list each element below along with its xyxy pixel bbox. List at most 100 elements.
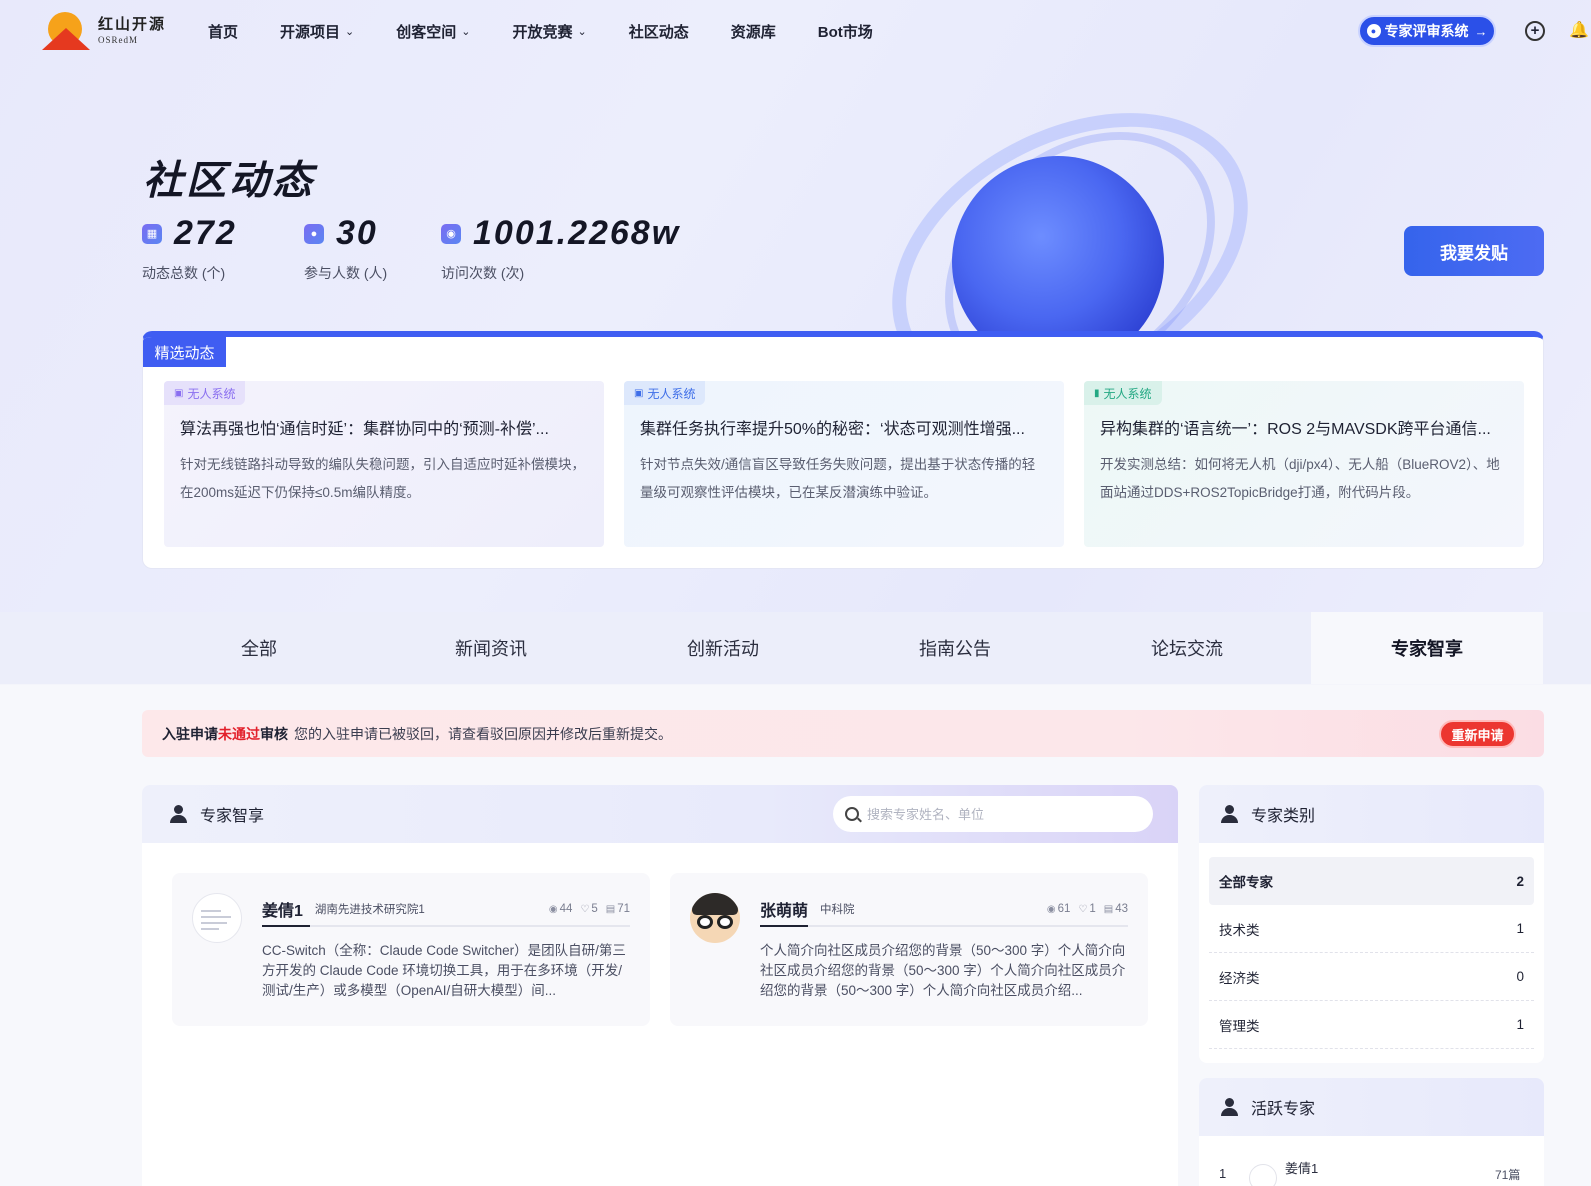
featured-card[interactable]: ▮ 无人系统 异构集群的‘语言统一’：ROS 2与MAVSDK跨平台通信... 开… [1084, 381, 1524, 547]
nav-item-resources[interactable]: 资源库 [731, 21, 776, 42]
category-list: 全部专家 2 技术类 1 经济类 0 管理类 1 [1199, 843, 1544, 1049]
category-badge: ▣ 无人系统 [624, 381, 706, 405]
expert-card[interactable]: 张萌萌 中科院 ◉ 61 ♡ 1 ▤ 43 个人简介向社区成员介绍您的背景（50～30… [670, 873, 1148, 1026]
tab-experts[interactable]: 专家智享 [1311, 612, 1543, 684]
expert-card-header: 张萌萌 中科院 ◉ 61 ♡ 1 ▤ 43 [760, 893, 1128, 927]
featured-card-title[interactable]: 算法再强也怕‘通信时延’：集群协同中的‘预测-补偿’... [180, 415, 588, 439]
featured-card-title[interactable]: 集群任务执行率提升50%的秘密：‘状态可观测性增强... [640, 415, 1048, 439]
badge-label: 无人系统 [187, 386, 236, 401]
eye-icon: ◉ [1046, 904, 1056, 915]
doc-count: ▤ 43 [1104, 903, 1128, 915]
bell-icon[interactable]: 🔔 [1569, 20, 1589, 40]
category-header: 专家类别 [1199, 785, 1544, 843]
featured-tag: 精选动态 [143, 337, 226, 367]
view-count: ◉ 44 [549, 903, 573, 915]
nav-item-label: 开放竞赛 [512, 23, 573, 41]
search-icon [845, 807, 859, 821]
stat-participants: ● 30 参与人数 (人) [304, 214, 387, 283]
category-label: 管理类 [1219, 1018, 1260, 1034]
stat-visits: ◉ 1001.2268w 访问次数 (次) [441, 214, 680, 283]
document-icon: ▤ [605, 904, 616, 915]
category-item-management[interactable]: 管理类 1 [1209, 1001, 1534, 1049]
expert-panel-title: 专家智享 [200, 808, 265, 825]
like-count-value: 5 [591, 903, 598, 915]
view-count-value: 61 [1057, 903, 1071, 915]
badge-label: 无人系统 [1103, 386, 1152, 401]
expert-review-button[interactable]: ● 专家评审系统 → [1358, 15, 1496, 47]
robot-icon: ▣ [174, 387, 184, 399]
category-badge: ▮ 无人系统 [1084, 381, 1162, 405]
alert-heading-suffix: 审核 [260, 725, 288, 742]
expert-name[interactable]: 姜倩1 [262, 897, 303, 921]
expert-search[interactable] [833, 796, 1153, 832]
expert-panel-header: 专家智享 [142, 785, 1178, 843]
expert-category-panel: 专家类别 全部专家 2 技术类 1 经济类 0 管理类 1 [1199, 785, 1544, 1063]
expert-stats: ◉ 44 ♡ 5 ▤ 71 [549, 903, 630, 915]
category-count: 2 [1516, 873, 1524, 889]
rank: 1 [1219, 1166, 1227, 1181]
nav-item-label: 首页 [208, 23, 239, 41]
nav-item-maker[interactable]: 创客空间 ⌄ [396, 21, 470, 42]
logo-mark-icon [42, 12, 90, 50]
reapply-button[interactable]: 重新申请 [1439, 720, 1516, 748]
like-count: ♡ 1 [1078, 903, 1095, 915]
like-count: ♡ 5 [580, 903, 597, 915]
nav-item-competition[interactable]: 开放竞赛 ⌄ [512, 21, 586, 42]
new-post-button[interactable]: 我要发贴 [1404, 226, 1544, 276]
active-expert-row[interactable]: 1 姜倩1 71篇 [1199, 1158, 1544, 1186]
graduation-cap-icon: ● [1366, 24, 1381, 38]
tab-forum[interactable]: 论坛交流 [1071, 612, 1303, 684]
category-item-tech[interactable]: 技术类 1 [1209, 905, 1534, 953]
category-badge: ▣ 无人系统 [164, 381, 246, 405]
nav-item-home[interactable]: 首页 [208, 21, 238, 42]
nav-item-label: 开源项目 [280, 23, 341, 41]
doc-count-value: 71 [617, 903, 630, 915]
active-expert-name: 姜倩1 [1285, 1161, 1319, 1176]
category-label: 全部专家 [1219, 875, 1273, 890]
expert-search-input[interactable] [867, 806, 1127, 822]
top-nav: 红山开源 OSRedM 首页 开源项目 ⌄ 创客空间 ⌄ 开放竞赛 ⌄ 社区动态 资源… [0, 0, 1591, 62]
expert-card-header: 姜倩1 湖南先进技术研究院1 ◉ 44 ♡ 5 ▤ 71 [262, 893, 630, 927]
featured-card[interactable]: ▣ 无人系统 算法再强也怕‘通信时延’：集群协同中的‘预测-补偿’... 针对无线… [164, 381, 604, 547]
nav-menu: 首页 开源项目 ⌄ 创客空间 ⌄ 开放竞赛 ⌄ 社区动态 资源库 Bot市场 [208, 0, 915, 62]
tab-news[interactable]: 新闻资讯 [375, 612, 607, 684]
tab-guides[interactable]: 指南公告 [839, 612, 1071, 684]
category-tabs: 全部 新闻资讯 创新活动 指南公告 论坛交流 专家智享 [0, 612, 1591, 684]
view-count: ◉ 61 [1047, 903, 1071, 915]
doc-count: ▤ 71 [606, 903, 630, 915]
doc-count-value: 43 [1115, 903, 1128, 915]
stat-value: 272 [174, 214, 237, 252]
user-icon [1221, 805, 1239, 823]
plus-circle-icon[interactable]: + [1525, 21, 1545, 41]
badge-label: 无人系统 [647, 386, 696, 401]
expert-review-label: 专家评审系统 [1384, 23, 1469, 39]
category-item-all[interactable]: 全部专家 2 [1209, 857, 1534, 905]
expert-panel: 专家智享 姜倩1 湖南先进技术研究院1 ◉44 ♡5 ▤71 CC-Switch… [142, 785, 1178, 1186]
featured-card-title[interactable]: 异构集群的‘语言统一’：ROS 2与MAVSDK跨平台通信... [1100, 415, 1508, 439]
expert-desc: 个人简介向社区成员介绍您的背景（50～300 字）个人简介向社区成员介绍您的背景… [760, 943, 1126, 998]
avatar [1249, 1164, 1277, 1186]
avatar [192, 893, 242, 943]
active-experts-panel: 活跃专家 1 姜倩1 71篇 [1199, 1078, 1544, 1186]
logo-subtitle: OSRedM [98, 35, 139, 45]
heart-icon: ♡ [580, 904, 590, 915]
expert-card[interactable]: 姜倩1 湖南先进技术研究院1 ◉ 44 ♡ 5 ▤ 71 CC-Switch（全称：C… [172, 873, 650, 1026]
page-title: 社区动态 [143, 159, 315, 203]
nav-item-bot-market[interactable]: Bot市场 [818, 21, 873, 42]
featured-card-desc: 开发实测总结：如何将无人机（dji/px4）、无人船（BlueROV2）、地面站… [1100, 457, 1500, 500]
featured-card[interactable]: ▣ 无人系统 集群任务执行率提升50%的秘密：‘状态可观测性增强... 针对节点失… [624, 381, 1064, 547]
nav-item-community[interactable]: 社区动态 [629, 21, 689, 42]
tab-all[interactable]: 全部 [143, 612, 375, 684]
logo[interactable]: 红山开源 OSRedM [42, 12, 172, 50]
category-item-economy[interactable]: 经济类 0 [1209, 953, 1534, 1001]
tab-innovation[interactable]: 创新活动 [607, 612, 839, 684]
chevron-down-icon: ⌄ [461, 25, 471, 38]
user-icon [170, 805, 188, 823]
expert-desc: CC-Switch（全称：Claude Code Switcher）是团队自研/… [262, 943, 626, 998]
stat-label: 参与人数 (人) [304, 265, 388, 281]
person-icon: ● [304, 223, 324, 244]
heart-icon: ♡ [1078, 904, 1088, 915]
like-count-value: 1 [1089, 903, 1096, 915]
nav-item-opensource[interactable]: 开源项目 ⌄ [280, 21, 354, 42]
expert-name[interactable]: 张萌萌 [760, 897, 808, 921]
